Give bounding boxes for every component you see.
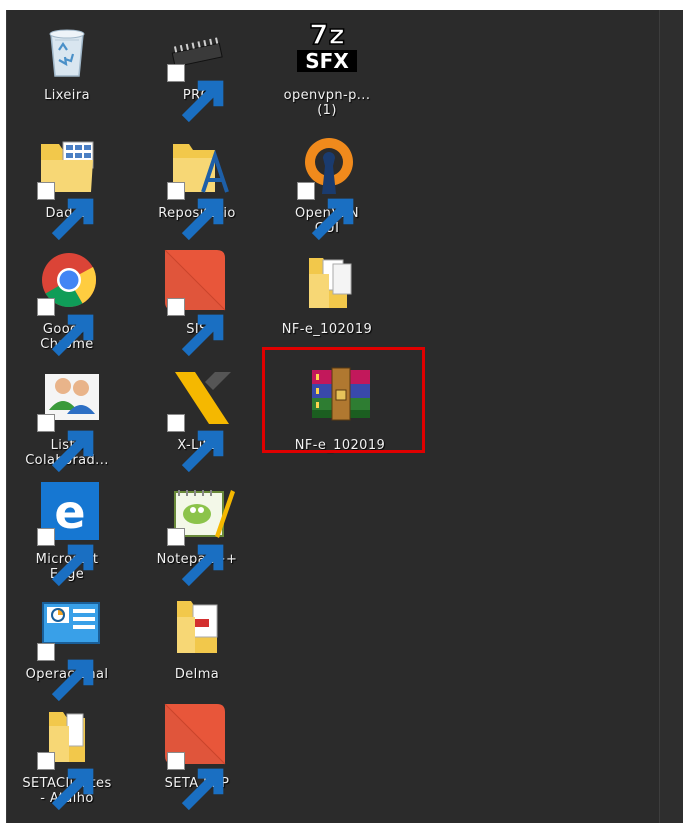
- shortcut-arrow-icon: [167, 528, 224, 587]
- shortcut-arrow-icon: [167, 182, 224, 241]
- desktop-icon-setaclientes[interactable]: SETAClientes - Atalho: [11, 704, 123, 811]
- folder-icon: [159, 134, 235, 241]
- desktop-icon-openvpn-gui[interactable]: OpenVPN GUI: [271, 134, 383, 241]
- shortcut-arrow-icon: [297, 182, 354, 241]
- app-icon: [159, 250, 235, 357]
- folder-icon: [29, 704, 105, 811]
- shortcut-arrow-icon: [37, 298, 94, 357]
- control-panel-icon: [29, 595, 105, 702]
- shortcut-arrow-icon: [167, 298, 224, 357]
- folder-icon: [29, 134, 105, 241]
- icon-label: Lixeira: [44, 88, 90, 103]
- sfx-logo-top: 7z: [309, 18, 345, 51]
- notepad-plus-plus-icon: [159, 480, 235, 587]
- chip-icon: [159, 16, 235, 123]
- desktop-icon-microsoft-edge[interactable]: e Microsoft Edge: [11, 480, 123, 587]
- shortcut-arrow-icon: [167, 414, 224, 473]
- desktop-icon-lista-colaboradores[interactable]: Lista Colaborad...: [11, 366, 123, 473]
- shortcut-arrow-icon: [37, 182, 94, 241]
- shortcut-arrow-icon: [167, 752, 224, 811]
- desktop-icon-dados[interactable]: Dados: [11, 134, 123, 241]
- desktop-icon-google-chrome[interactable]: Google Chrome: [11, 250, 123, 357]
- shortcut-arrow-icon: [37, 414, 94, 473]
- desktop-icon-openvpn-sfx[interactable]: 7z SFX openvpn-p... (1): [271, 16, 383, 118]
- desktop-icon-x-lite[interactable]: X-Lite: [141, 366, 253, 473]
- desktop-icon-operacional[interactable]: Operacional: [11, 595, 123, 702]
- selection-highlight-box: [262, 347, 425, 453]
- desktop[interactable]: Lixeira PRG 7z SFX openvpn-p... (1) Dado…: [6, 10, 683, 823]
- desktop-icon-sis[interactable]: SIS: [141, 250, 253, 357]
- desktop-icon-repositorio[interactable]: Repositorio: [141, 134, 253, 241]
- users-icon: [29, 366, 105, 473]
- x-lite-icon: [159, 366, 235, 473]
- desktop-edge: [659, 10, 683, 823]
- folder-icon: [289, 250, 365, 316]
- desktop-icon-prg[interactable]: PRG: [141, 16, 253, 123]
- icon-label: Delma: [174, 667, 220, 682]
- icon-label: openvpn-p... (1): [283, 88, 371, 118]
- shortcut-arrow-icon: [37, 528, 94, 587]
- desktop-icon-notepad-plus-plus[interactable]: Notepad++: [141, 480, 253, 587]
- shortcut-arrow-icon: [37, 643, 94, 702]
- pdf-folder-icon: [159, 595, 235, 661]
- desktop-icon-nfe-folder[interactable]: NF-e_102019: [271, 250, 383, 337]
- openvpn-icon: [289, 134, 365, 241]
- desktop-icon-seta-erp[interactable]: SETA ERP: [141, 704, 253, 811]
- chrome-icon: [29, 250, 105, 357]
- shortcut-arrow-icon: [167, 64, 224, 123]
- shortcut-arrow-icon: [37, 752, 94, 811]
- desktop-icon-delma[interactable]: Delma: [141, 595, 253, 682]
- desktop-icon-lixeira[interactable]: Lixeira: [11, 16, 123, 103]
- app-icon: [159, 704, 235, 811]
- icon-label: NF-e_102019: [281, 322, 373, 337]
- edge-icon: e: [29, 480, 105, 587]
- recycle-bin-icon: [29, 16, 105, 82]
- sfx-logo-bottom: SFX: [305, 49, 349, 73]
- 7z-sfx-icon: 7z SFX: [289, 16, 365, 82]
